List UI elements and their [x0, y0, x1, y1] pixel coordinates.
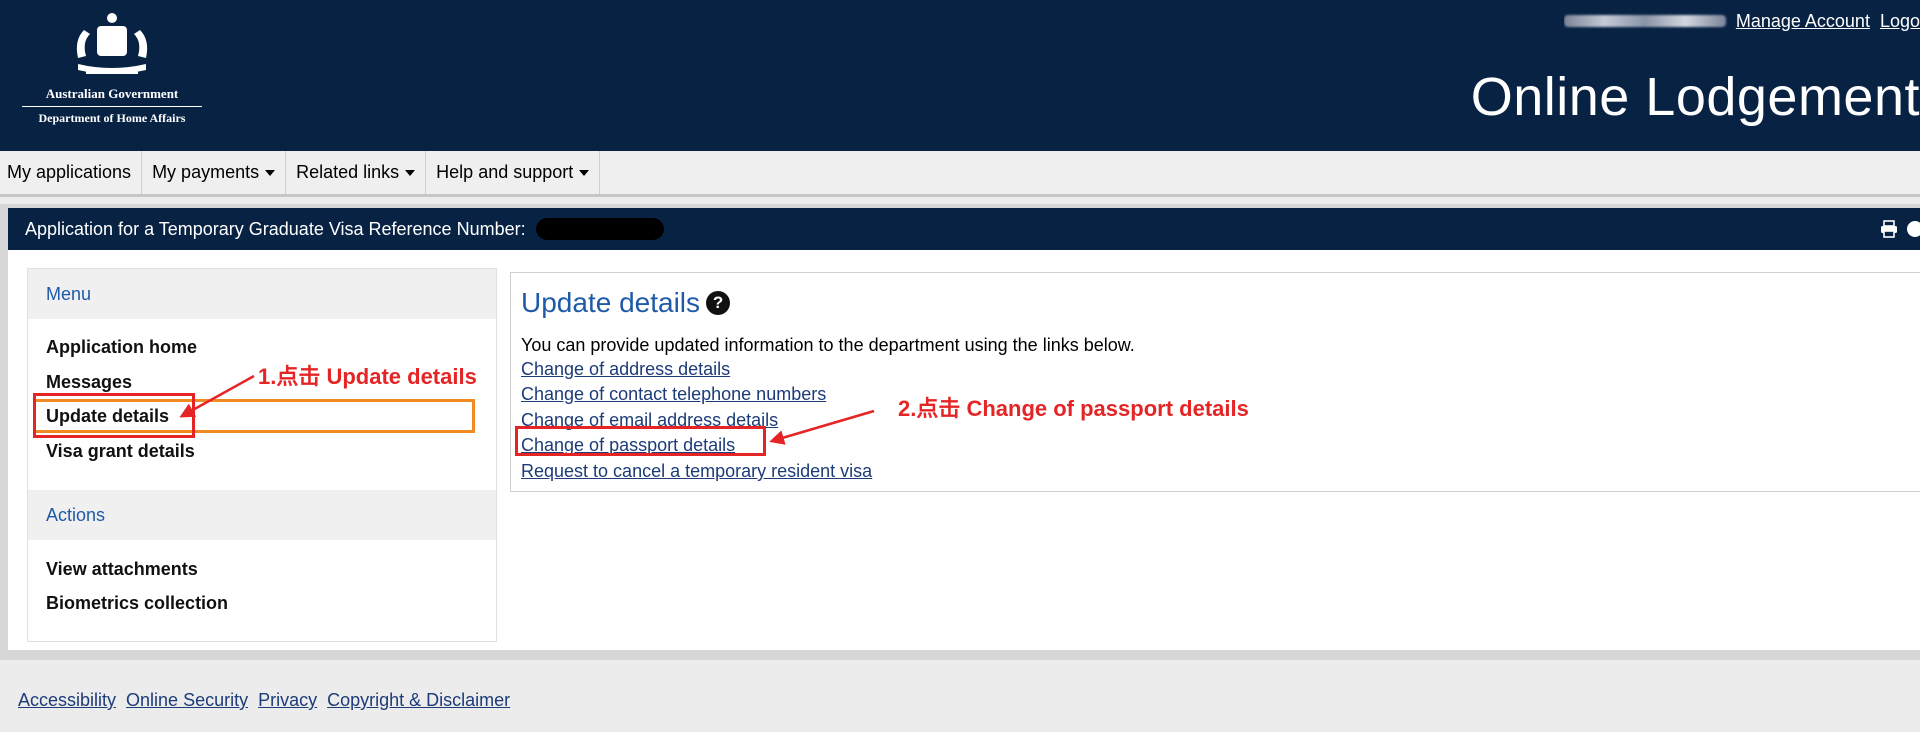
redacted-username [1563, 15, 1726, 27]
menu-item-visa-grant-details[interactable]: Visa grant details [46, 441, 195, 462]
footer-links: Accessibility Online Security Privacy Co… [18, 690, 510, 711]
nav-label: My applications [7, 162, 132, 182]
application-bar-title: Application for a Temporary Graduate Vis… [25, 218, 526, 239]
link-cancel-visa[interactable]: Request to cancel a temporary resident v… [521, 461, 872, 482]
nav-my-payments[interactable]: My payments [142, 151, 287, 194]
department-name: Department of Home Affairs [38, 111, 186, 125]
crest-divider [22, 106, 202, 107]
footer-accessibility-link[interactable]: Accessibility [18, 690, 116, 711]
redacted-reference-number [535, 218, 664, 240]
footer-copyright-link[interactable]: Copyright & Disclaimer [327, 690, 510, 711]
nav-label: My payments [152, 162, 260, 182]
update-details-panel: Update details ? You can provide updated… [510, 272, 1920, 492]
panel-title: Update details ? [521, 287, 731, 319]
nav-my-applications[interactable]: My applications [0, 151, 143, 194]
logout-link[interactable]: Logo [1880, 11, 1920, 32]
highlight-passport-link-red [515, 426, 766, 456]
caret-down-icon [405, 169, 416, 176]
nav-help-and-support[interactable]: Help and support [426, 151, 601, 194]
nav-label: Help and support [436, 162, 574, 182]
app-title: Online Lodgement [1470, 67, 1920, 127]
menu-item-application-home[interactable]: Application home [46, 337, 197, 358]
footer-privacy-link[interactable]: Privacy [258, 690, 317, 711]
coat-of-arms-icon [76, 13, 148, 74]
annotation-step-1: 1.点击 Update details [258, 364, 477, 389]
manage-account-link[interactable]: Manage Account [1736, 11, 1870, 32]
main-nav: My applications My payments Related link… [0, 151, 1920, 197]
actions-header: Actions [28, 490, 496, 540]
content-area: Menu Application home Messages Update de… [8, 250, 1920, 650]
action-view-attachments[interactable]: View attachments [46, 559, 198, 580]
side-menu: Menu Application home Messages Update de… [27, 268, 497, 642]
help-icon[interactable] [1906, 220, 1920, 238]
user-bar: Manage Account Logo [1563, 10, 1920, 32]
highlight-update-details-red [33, 393, 195, 438]
action-biometrics-collection[interactable]: Biometrics collection [46, 593, 228, 614]
link-change-address[interactable]: Change of address details [521, 359, 730, 380]
annotation-step-2: 2.点击 Change of passport details [898, 396, 1249, 421]
nav-label: Related links [296, 162, 400, 182]
menu-item-messages[interactable]: Messages [46, 372, 132, 393]
footer-online-security-link[interactable]: Online Security [126, 690, 248, 711]
government-name: Australian Government [45, 86, 179, 101]
application-bar: Application for a Temporary Graduate Vis… [8, 208, 1920, 250]
caret-down-icon [265, 169, 276, 176]
nav-related-links[interactable]: Related links [286, 151, 427, 194]
panel-title-text: Update details [521, 287, 701, 318]
caret-down-icon [579, 169, 590, 176]
question-circle-icon[interactable]: ? [706, 291, 731, 315]
print-icon[interactable] [1880, 220, 1898, 238]
government-crest: Australian Government Department of Home… [22, 10, 202, 134]
menu-header: Menu [28, 269, 496, 319]
panel-intro: You can provide updated information to t… [521, 335, 1135, 355]
application-bar-tools [1880, 220, 1920, 238]
site-header: Australian Government Department of Home… [0, 0, 1920, 151]
link-change-telephone[interactable]: Change of contact telephone numbers [521, 384, 826, 405]
